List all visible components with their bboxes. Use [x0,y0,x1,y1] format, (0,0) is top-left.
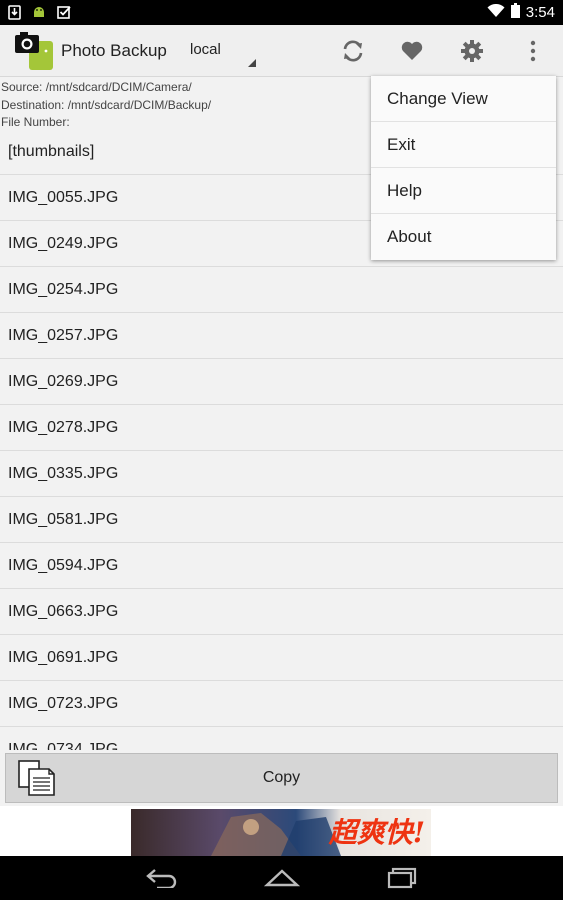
status-time: 3:54 [525,4,555,21]
location-spinner-value: local [190,41,221,58]
list-item[interactable]: IMG_0581.JPG [0,497,563,543]
spinner-caret-icon [248,59,256,67]
menu-item-help[interactable]: Help [371,168,556,214]
app-title: Photo Backup [61,41,167,60]
list-item[interactable]: IMG_0723.JPG [0,681,563,727]
home-icon[interactable] [252,862,312,894]
list-item[interactable]: IMG_0691.JPG [0,635,563,681]
refresh-icon[interactable] [338,37,368,65]
list-item[interactable]: IMG_0594.JPG [0,543,563,589]
path-info: Source: /mnt/sdcard/DCIM/Camera/ Destina… [1,79,211,132]
battery-icon [510,3,520,22]
destination-path: Destination: /mnt/sdcard/DCIM/Backup/ [1,97,212,112]
download-icon [8,4,21,25]
action-bar: Photo Backup local [0,25,563,77]
list-item[interactable]: IMG_0335.JPG [0,451,563,497]
list-item[interactable]: IMG_0254.JPG [0,267,563,313]
recent-apps-icon[interactable] [372,862,432,894]
list-item[interactable]: IMG_0278.JPG [0,405,563,451]
overflow-menu: Change View Exit Help About [371,76,556,260]
list-item[interactable]: IMG_0269.JPG [0,359,563,405]
list-item[interactable]: IMG_0734.JPG [0,727,563,751]
source-path: Source: /mnt/sdcard/DCIM/Camera/ [1,80,192,94]
checkbox-notification-icon [57,5,72,25]
ad-area: 超爽快! [0,806,563,856]
list-item[interactable]: IMG_0257.JPG [0,313,563,359]
heart-icon[interactable] [397,37,427,65]
list-item[interactable]: IMG_0663.JPG [0,589,563,635]
back-icon[interactable] [132,862,192,894]
wifi-icon [487,3,505,22]
menu-item-change-view[interactable]: Change View [371,76,556,122]
ad-text: 超爽快! [328,816,425,849]
copy-button[interactable]: Copy [5,753,558,803]
overflow-menu-icon[interactable] [518,37,548,65]
menu-item-exit[interactable]: Exit [371,122,556,168]
navigation-bar [0,856,563,900]
android-icon [31,4,47,25]
location-spinner[interactable]: local [190,41,258,73]
file-number-label: File Number: [1,115,70,129]
status-bar: 3:54 [0,0,563,25]
copy-button-label: Copy [262,769,301,786]
app-logo-icon[interactable] [14,31,54,71]
gear-icon[interactable] [457,37,487,65]
ad-banner[interactable]: 超爽快! [131,809,431,856]
menu-item-about[interactable]: About [371,214,556,260]
